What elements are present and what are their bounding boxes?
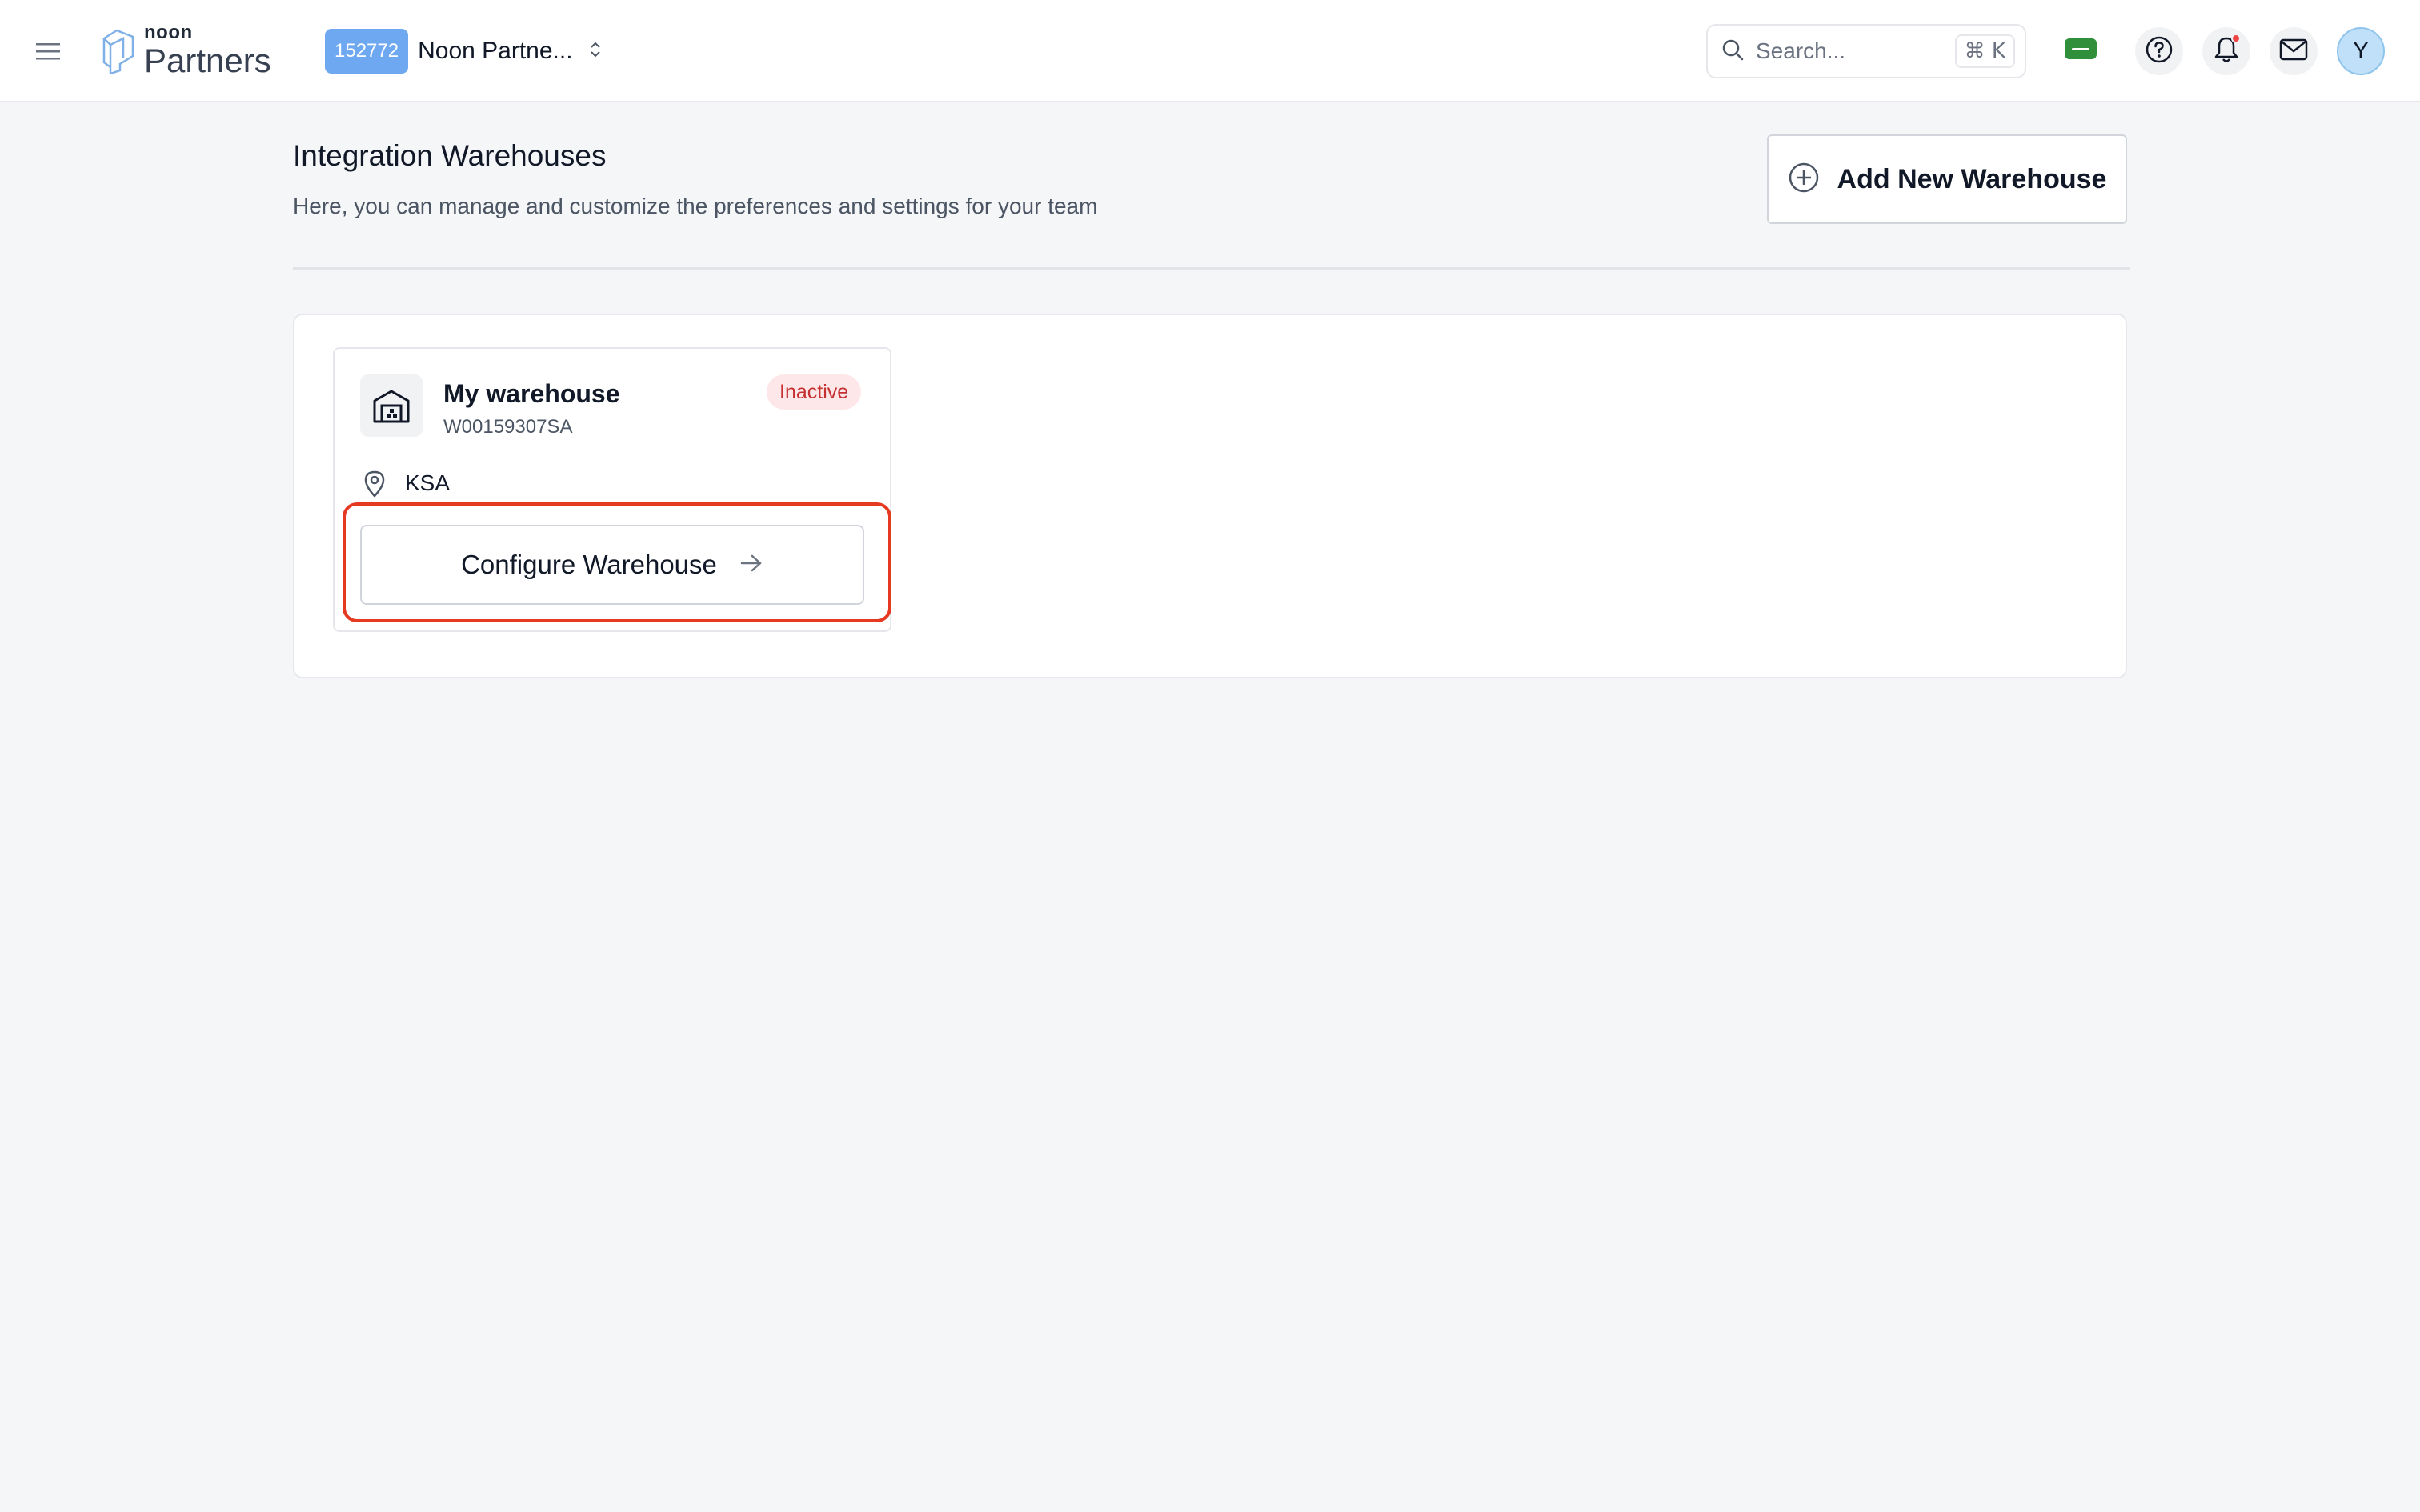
warehouse-location: KSA	[405, 470, 451, 495]
search-shortcut-hint: ⌘ K	[1954, 34, 2015, 68]
help-button[interactable]	[2135, 27, 2183, 75]
account-switcher[interactable]: 152772 Noon Partne...	[325, 29, 602, 74]
search-box[interactable]: ⌘ K	[1706, 24, 2026, 78]
arrow-right-icon	[739, 553, 763, 578]
help-circle-icon	[2145, 35, 2174, 68]
user-avatar[interactable]: Y	[2337, 27, 2385, 75]
logo-big-text: Partners	[144, 42, 271, 79]
notifications-button[interactable]	[2202, 27, 2250, 75]
search-input[interactable]	[1756, 38, 1955, 64]
mail-icon	[2279, 38, 2308, 65]
noon-partners-logo[interactable]: noon Partners	[101, 22, 271, 79]
plus-circle-icon	[1788, 162, 1820, 198]
warehouse-icon	[360, 374, 423, 437]
logo-mark-icon	[102, 29, 134, 74]
section-divider	[293, 267, 2130, 270]
add-new-warehouse-label: Add New Warehouse	[1837, 163, 2107, 194]
search-icon	[1721, 38, 1745, 66]
messages-button[interactable]	[2270, 27, 2318, 75]
page-subtitle: Here, you can manage and customize the p…	[293, 194, 1098, 218]
configure-warehouse-button[interactable]: Configure Warehouse	[360, 525, 864, 605]
logo-small-text: noon	[144, 22, 193, 43]
account-id-badge: 152772	[325, 29, 409, 74]
notification-dot	[2231, 34, 2241, 43]
country-flag-icon[interactable]	[2065, 38, 2097, 59]
configure-warehouse-label: Configure Warehouse	[461, 550, 717, 579]
map-pin-icon	[362, 469, 387, 502]
page-title: Integration Warehouses	[293, 139, 607, 172]
chevron-up-down-icon	[589, 40, 602, 63]
status-badge: Inactive	[767, 374, 862, 410]
account-name: Noon Partne...	[418, 38, 573, 64]
top-bar: noon Partners 152772 Noon Partne... ⌘ K	[0, 0, 2420, 102]
hamburger-menu-icon[interactable]	[32, 35, 64, 67]
add-new-warehouse-button[interactable]: Add New Warehouse	[1767, 134, 2127, 224]
warehouse-name: My warehouse	[443, 379, 620, 408]
warehouse-code: W00159307SA	[443, 416, 573, 438]
